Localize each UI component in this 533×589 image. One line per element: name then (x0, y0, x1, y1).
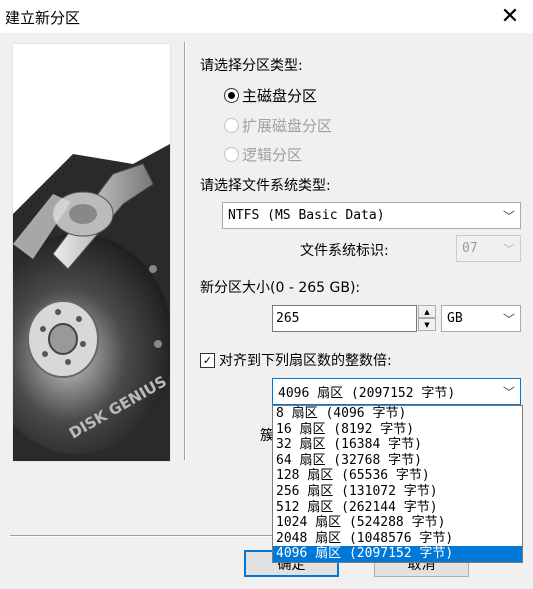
size-label: 新分区大小(0 - 265 GB): (200, 280, 361, 296)
window-title: 建立新分区 (5, 9, 81, 27)
radio-primary[interactable]: 主磁盘分区 (224, 85, 317, 106)
size-input[interactable]: 265 (272, 305, 417, 332)
hard-disk-image: DISK GENIUS (13, 44, 170, 461)
chevron-down-icon: ﹀ (502, 209, 515, 223)
list-item[interactable]: 8 扇区 (4096 字节) (273, 406, 522, 422)
chevron-down-icon: ﹀ (502, 312, 515, 326)
align-value: 4096 扇区 (2097152 字节) (278, 386, 456, 401)
filesystem-select[interactable]: NTFS (MS Basic Data) ﹀ (222, 202, 521, 229)
spin-down-icon[interactable]: ▼ (418, 318, 436, 331)
vertical-separator (184, 42, 186, 460)
radio-logical-label: 逻辑分区 (242, 146, 303, 164)
checkmark-icon: ✓ (200, 352, 215, 368)
radio-primary-label: 主磁盘分区 (242, 87, 318, 105)
title-bar: 建立新分区 ✕ (0, 0, 533, 34)
size-value: 265 (276, 311, 300, 326)
align-dropdown-list[interactable]: 8 扇区 (4096 字节) 16 扇区 (8192 字节) 32 扇区 (16… (272, 405, 523, 563)
close-button[interactable]: ✕ (487, 0, 533, 33)
list-item[interactable]: 256 扇区 (131072 字节) (273, 484, 522, 500)
radio-extended[interactable]: 扩展磁盘分区 (224, 115, 332, 136)
align-label: 对齐到下列扇区数的整数倍: (219, 353, 392, 369)
partition-type-label: 请选择分区类型: (200, 58, 303, 74)
filesystem-value: NTFS (MS Basic Data) (228, 208, 385, 223)
list-item[interactable]: 128 扇区 (65536 字节) (273, 468, 522, 484)
close-icon: ✕ (500, 4, 520, 29)
list-item[interactable]: 16 扇区 (8192 字节) (273, 422, 522, 438)
chevron-down-icon: ﹀ (502, 242, 515, 256)
filesystem-id-label: 文件系统标识: (300, 243, 389, 259)
list-item[interactable]: 64 扇区 (32768 字节) (273, 453, 522, 469)
chevron-down-icon: ﹀ (502, 385, 515, 399)
filesystem-label: 请选择文件系统类型: (200, 178, 331, 194)
size-stepper[interactable]: ▲ ▼ (418, 305, 436, 332)
disk-illustration: DISK GENIUS (12, 43, 171, 462)
list-item-selected[interactable]: 4096 扇区 (2097152 字节) (273, 546, 522, 562)
list-item[interactable]: 32 扇区 (16384 字节) (273, 437, 522, 453)
align-select[interactable]: 4096 扇区 (2097152 字节) ﹀ (272, 378, 521, 405)
filesystem-id-select[interactable]: 07 ﹀ (456, 235, 521, 262)
size-unit-select[interactable]: GB ﹀ (441, 305, 521, 332)
radio-indicator (224, 147, 239, 162)
radio-indicator (224, 88, 239, 103)
radio-indicator (224, 118, 239, 133)
radio-extended-label: 扩展磁盘分区 (242, 117, 333, 135)
list-item[interactable]: 2048 扇区 (1048576 字节) (273, 531, 522, 547)
radio-logical[interactable]: 逻辑分区 (224, 144, 302, 165)
align-checkbox[interactable]: ✓ 对齐到下列扇区数的整数倍: (200, 350, 392, 370)
size-unit-value: GB (447, 311, 463, 326)
list-item[interactable]: 512 扇区 (262144 字节) (273, 500, 522, 516)
filesystem-id-value: 07 (462, 241, 478, 256)
spin-up-icon[interactable]: ▲ (418, 305, 436, 318)
list-item[interactable]: 1024 扇区 (524288 字节) (273, 515, 522, 531)
